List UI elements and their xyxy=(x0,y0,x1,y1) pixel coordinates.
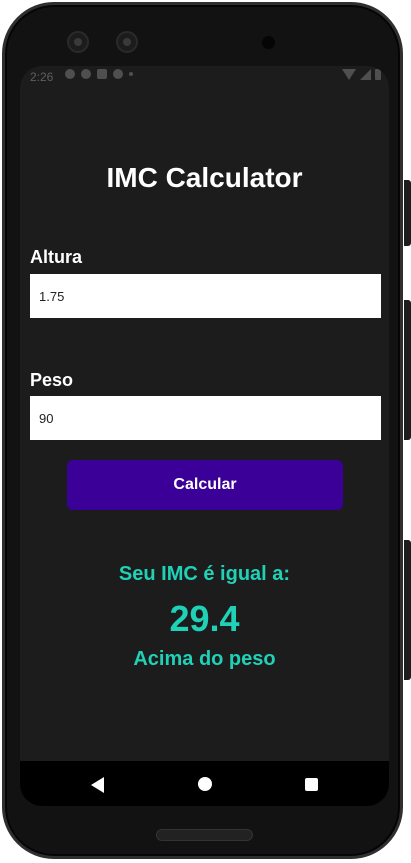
status-notification-icons xyxy=(65,69,133,79)
bottom-speaker xyxy=(156,829,253,841)
volume-up-button xyxy=(404,300,411,440)
recent-apps-icon[interactable] xyxy=(305,778,318,791)
more-dot-icon xyxy=(129,72,133,76)
wifi-icon xyxy=(342,69,356,80)
peso-input[interactable] xyxy=(30,396,381,440)
bmi-value: 29.4 xyxy=(169,598,240,639)
settings-icon xyxy=(65,69,75,79)
power-button xyxy=(404,180,411,246)
home-icon[interactable] xyxy=(198,777,212,791)
status-time: 2:26 xyxy=(30,70,54,84)
bmi-classification: Acima do peso xyxy=(133,648,276,670)
device-page: 2:26 IMC Calculator Altura Peso Calcular… xyxy=(0,0,411,863)
altura-input[interactable] xyxy=(30,274,381,318)
sensor-icon xyxy=(67,31,89,53)
page-title: IMC Calculator xyxy=(106,162,303,193)
navigation-bar xyxy=(20,761,389,806)
result-label: Seu IMC é igual a: xyxy=(118,563,291,585)
peso-label: Peso xyxy=(30,370,74,390)
back-icon[interactable] xyxy=(91,777,104,793)
status-bar: 2:26 xyxy=(20,66,389,88)
status-system-icons xyxy=(342,69,381,80)
sensor-icon xyxy=(116,31,138,53)
notification-icon xyxy=(81,69,91,79)
altura-label: Altura xyxy=(30,247,83,267)
volume-down-button xyxy=(404,540,411,680)
app-screen: 2:26 IMC Calculator Altura Peso Calcular… xyxy=(20,66,389,806)
calculate-button[interactable]: Calcular xyxy=(67,460,343,510)
battery-icon xyxy=(375,69,381,80)
signal-icon xyxy=(360,69,371,80)
front-camera-icon xyxy=(262,36,275,49)
location-icon xyxy=(113,69,123,79)
image-icon xyxy=(97,69,107,79)
